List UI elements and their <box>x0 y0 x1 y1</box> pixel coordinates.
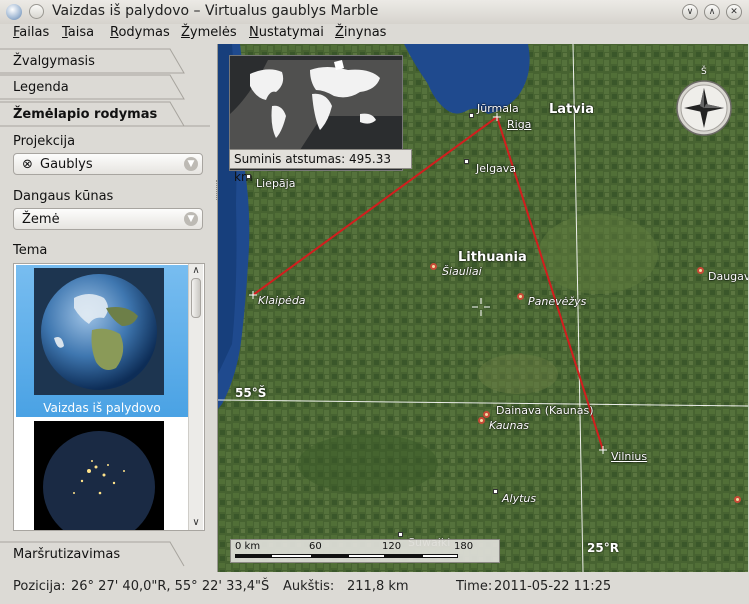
place-label-liepaja[interactable]: Liepāja <box>256 177 295 190</box>
projection-label: Projekcija <box>13 134 76 149</box>
scale-segment <box>385 554 422 558</box>
place-label-vilnius[interactable]: Vilnius <box>611 450 647 463</box>
close-button[interactable]: ✕ <box>726 4 742 20</box>
tab-zemelapio-rodymas[interactable]: Žemėlapio rodymas <box>0 101 210 127</box>
theme-list-scrollbar[interactable]: ∧ ∨ <box>188 264 203 530</box>
theme-list[interactable]: Vaizdas iš palydovo ∧ ∨ <box>13 263 205 531</box>
place-label-jurmala[interactable]: Jūrmala <box>477 102 519 115</box>
place-marker <box>246 174 251 179</box>
place-marker <box>469 113 474 118</box>
menu-bar: Failas Taisa Rodymas Žymelės Nustatymai … <box>0 24 749 44</box>
tab-label: Maršrutizavimas <box>13 547 121 562</box>
scrollbar-handle[interactable] <box>191 278 201 318</box>
place-label-jelgava[interactable]: Jelgava <box>476 162 516 175</box>
tab-legenda[interactable]: Legenda <box>0 74 210 100</box>
scale-label: 0 km <box>235 541 261 552</box>
scale-label: 60 <box>309 541 322 552</box>
celestial-body-value: Žemė <box>22 212 60 227</box>
projection-value: Gaublys <box>40 157 93 172</box>
place-label-alytus[interactable]: Alytus <box>502 492 536 505</box>
celestial-body-select[interactable]: Žemė ▼ <box>13 208 203 230</box>
theme-label: Tema <box>13 243 48 258</box>
menu-zinynas[interactable]: Žinynas <box>335 25 386 40</box>
place-label-panevezys[interactable]: Panevėžys <box>528 295 586 308</box>
scroll-down-icon[interactable]: ∨ <box>189 516 203 530</box>
scale-label: 180 <box>454 541 474 552</box>
place-marker <box>398 532 403 537</box>
country-label-lithuania: Lithuania <box>458 250 527 265</box>
menu-rodymas[interactable]: Rodymas <box>110 25 170 40</box>
place-label-siauliai[interactable]: Šiauliai <box>442 265 482 278</box>
position-value: 26° 27' 40,0"R, 55° 22' 33,4"Š <box>71 579 270 594</box>
satellite-globe-thumbnail <box>34 268 164 395</box>
scale-segment <box>235 554 271 558</box>
place-label-klaipeda[interactable]: Klaipėda <box>258 294 306 307</box>
theme-item-satellite[interactable]: Vaizdas iš palydovo <box>16 265 188 417</box>
scale-segment <box>422 554 458 558</box>
maximize-button[interactable]: ∧ <box>704 4 720 20</box>
total-distance-box: Suminis atstumas: 495.33 km <box>229 149 412 184</box>
tab-label: Žvalgymasis <box>13 54 95 69</box>
latitude-label: 55°Š <box>235 386 267 400</box>
scale-segment <box>348 554 385 558</box>
place-label-kaunas[interactable]: Kaunas <box>489 419 529 432</box>
city-marker <box>697 267 704 274</box>
scale-label: 120 <box>382 541 402 552</box>
marble-app-icon[interactable] <box>6 4 22 20</box>
scale-bar: 0 km 60 120 180 <box>230 539 500 563</box>
crosshair-icon <box>472 298 490 316</box>
compass-rose[interactable]: Š <box>674 67 734 136</box>
place-label-riga[interactable]: Riga <box>507 118 531 131</box>
tab-zvalgymasis[interactable]: Žvalgymasis <box>0 48 210 74</box>
altitude-value: 211,8 km <box>347 579 409 594</box>
chevron-down-icon: ▼ <box>184 212 198 226</box>
menu-failas[interactable]: Failas <box>13 25 49 40</box>
city-marker <box>430 263 437 270</box>
place-label-daugav[interactable]: Daugav <box>708 270 748 283</box>
tab-label: Žemėlapio rodymas <box>13 107 158 122</box>
longitude-label: 25°R <box>587 541 619 555</box>
tab-label: Legenda <box>13 80 69 95</box>
city-marker <box>734 496 741 503</box>
time-label: Time: <box>456 579 493 594</box>
world-map-thumbnail <box>230 56 402 150</box>
place-marker <box>464 159 469 164</box>
country-label-latvia: Latvia <box>549 102 594 117</box>
chevron-down-icon: ▼ <box>184 157 198 171</box>
scroll-up-icon[interactable]: ∧ <box>189 264 203 278</box>
menu-nustatymai[interactable]: Nustatymai <box>249 25 324 40</box>
theme-caption: Vaizdas iš palydovo <box>43 401 161 415</box>
position-label: Pozicija: <box>13 579 66 594</box>
place-label-dainava[interactable]: Dainava (Kaunas) <box>496 404 594 417</box>
altitude-label: Aukštis: <box>283 579 335 594</box>
place-marker <box>493 489 498 494</box>
menu-zymeles[interactable]: Žymelės <box>181 25 237 40</box>
scale-segment <box>312 554 348 558</box>
projection-select[interactable]: ⊗ Gaublys ▼ <box>13 153 203 175</box>
night-globe-thumbnail <box>34 421 164 530</box>
globe-icon: ⊗ <box>22 157 33 172</box>
window-title-bar: Vaizdas iš palydovo – Virtualus gaublys … <box>0 0 749 25</box>
minimize-button[interactable]: ∨ <box>682 4 698 20</box>
map-view[interactable]: Suminis atstumas: 495.33 km Latvia Lithu… <box>217 44 748 572</box>
status-bar: Pozicija: 26° 27' 40,0"R, 55° 22' 33,4"Š… <box>0 572 749 604</box>
compass-icon <box>676 80 732 136</box>
celestial-body-label: Dangaus kūnas <box>13 189 114 204</box>
city-marker <box>483 411 490 418</box>
tab-marsrutizavimas[interactable]: Maršrutizavimas <box>0 541 210 567</box>
sidebar-panel: Žvalgymasis Legenda Žemėlapio rodymas Pr… <box>0 44 217 571</box>
menu-taisa[interactable]: Taisa <box>62 25 94 40</box>
city-marker <box>478 417 485 424</box>
window-menu-button[interactable] <box>29 4 44 19</box>
city-marker <box>517 293 524 300</box>
scale-segment <box>271 554 312 558</box>
window-title: Vaizdas iš palydovo – Virtualus gaublys … <box>52 3 379 19</box>
theme-item-night[interactable] <box>16 418 188 530</box>
time-value: 2011-05-22 11:25 <box>494 579 612 594</box>
compass-north-label: Š <box>701 67 707 77</box>
